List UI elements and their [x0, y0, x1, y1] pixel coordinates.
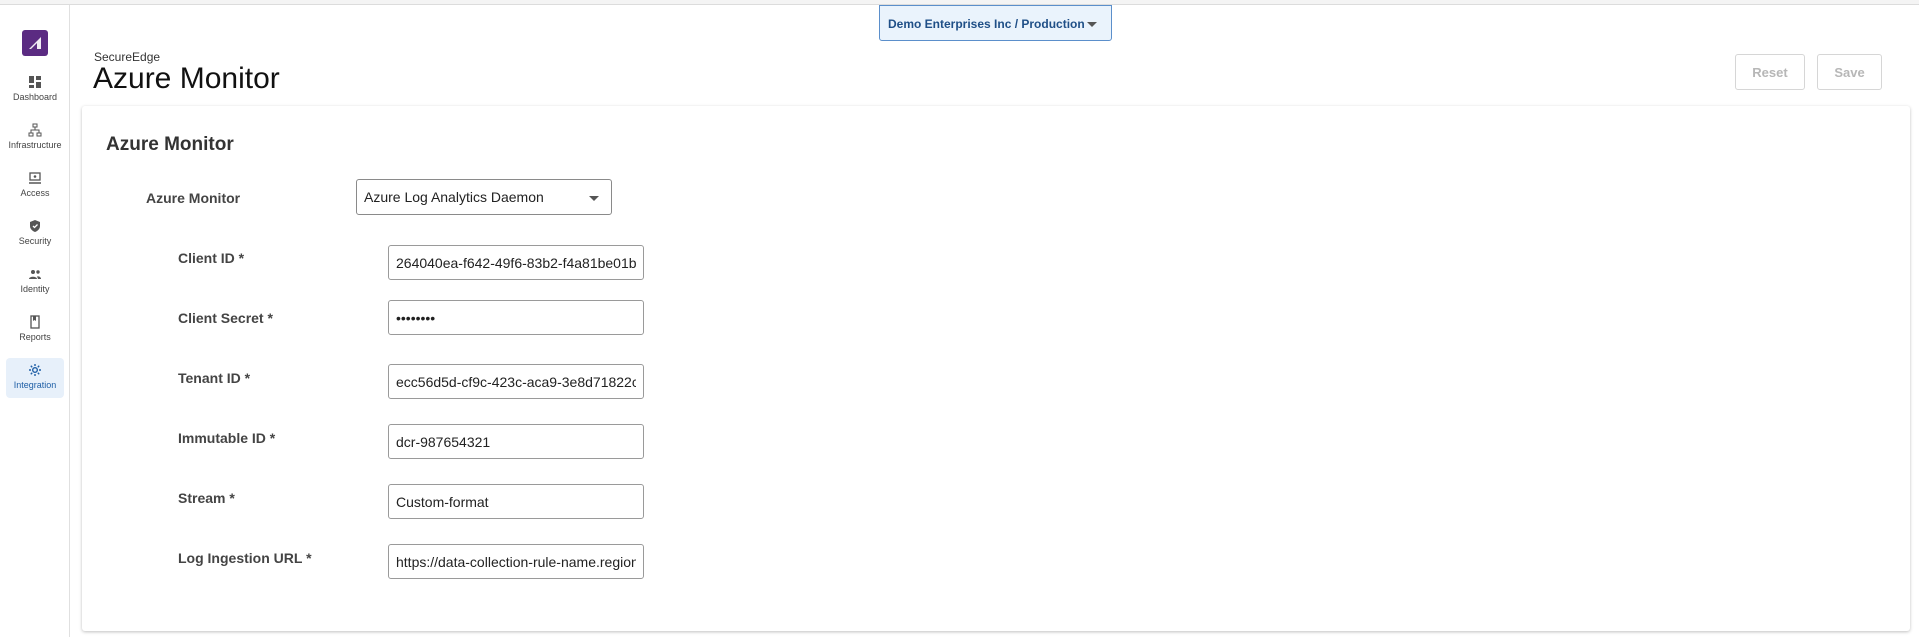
reset-button[interactable]: Reset: [1735, 54, 1805, 90]
sidebar-item-dashboard[interactable]: Dashboard: [6, 70, 64, 110]
shield-icon: [30, 220, 40, 232]
tenant-selector-label: Demo Enterprises Inc / Production: [888, 17, 1085, 31]
sidebar-item-label: Security: [18, 236, 52, 246]
save-button[interactable]: Save: [1817, 54, 1882, 90]
immutable-id-field[interactable]: [388, 424, 644, 459]
sidebar-item-security[interactable]: Security: [6, 214, 64, 254]
log-ingestion-url-field[interactable]: [388, 544, 644, 579]
tenant-id-field[interactable]: [388, 364, 644, 399]
integration-icon: [29, 364, 41, 376]
immutable-id-label: Immutable ID *: [178, 430, 276, 446]
client-secret-label: Client Secret *: [178, 310, 273, 326]
select-value: Azure Log Analytics Daemon: [364, 189, 544, 205]
tenant-selector[interactable]: Demo Enterprises Inc / Production: [879, 5, 1112, 41]
app-logo[interactable]: [22, 30, 48, 56]
sidebar-item-label: Dashboard: [12, 92, 58, 102]
sidebar-item-access[interactable]: Access: [6, 166, 64, 206]
sidebar: Dashboard Infrastructure Access Security…: [0, 5, 70, 637]
stream-field[interactable]: [388, 484, 644, 519]
chevron-down-icon: [589, 196, 599, 201]
dashboard-icon: [29, 76, 41, 88]
sidebar-item-label: Reports: [19, 332, 51, 342]
page-title: Azure Monitor: [93, 62, 280, 95]
card-title: Azure Monitor: [106, 134, 234, 155]
infrastructure-icon: [28, 123, 42, 137]
log-ingestion-url-label: Log Ingestion URL *: [178, 550, 312, 566]
users-icon: [29, 270, 41, 279]
azure-monitor-type-label: Azure Monitor: [146, 190, 241, 206]
access-icon: [29, 172, 41, 184]
sidebar-item-label: Access: [20, 188, 50, 198]
sidebar-item-reports[interactable]: Reports: [6, 310, 64, 350]
report-icon: [30, 315, 40, 329]
stream-label: Stream *: [178, 490, 235, 506]
tenant-id-label: Tenant ID *: [178, 370, 251, 386]
client-secret-field[interactable]: [388, 300, 644, 335]
sidebar-item-label: Infrastructure: [8, 140, 62, 150]
chevron-down-icon: [1087, 22, 1097, 27]
sidebar-item-label: Integration: [13, 380, 57, 390]
client-id-field[interactable]: [388, 245, 644, 280]
sidebar-item-integration[interactable]: Integration: [6, 358, 64, 398]
sidebar-item-infrastructure[interactable]: Infrastructure: [6, 118, 64, 158]
client-id-label: Client ID *: [178, 250, 245, 266]
sidebar-item-identity[interactable]: Identity: [6, 262, 64, 302]
sidebar-item-label: Identity: [20, 284, 50, 294]
azure-monitor-type-select[interactable]: Azure Log Analytics Daemon: [356, 179, 612, 215]
